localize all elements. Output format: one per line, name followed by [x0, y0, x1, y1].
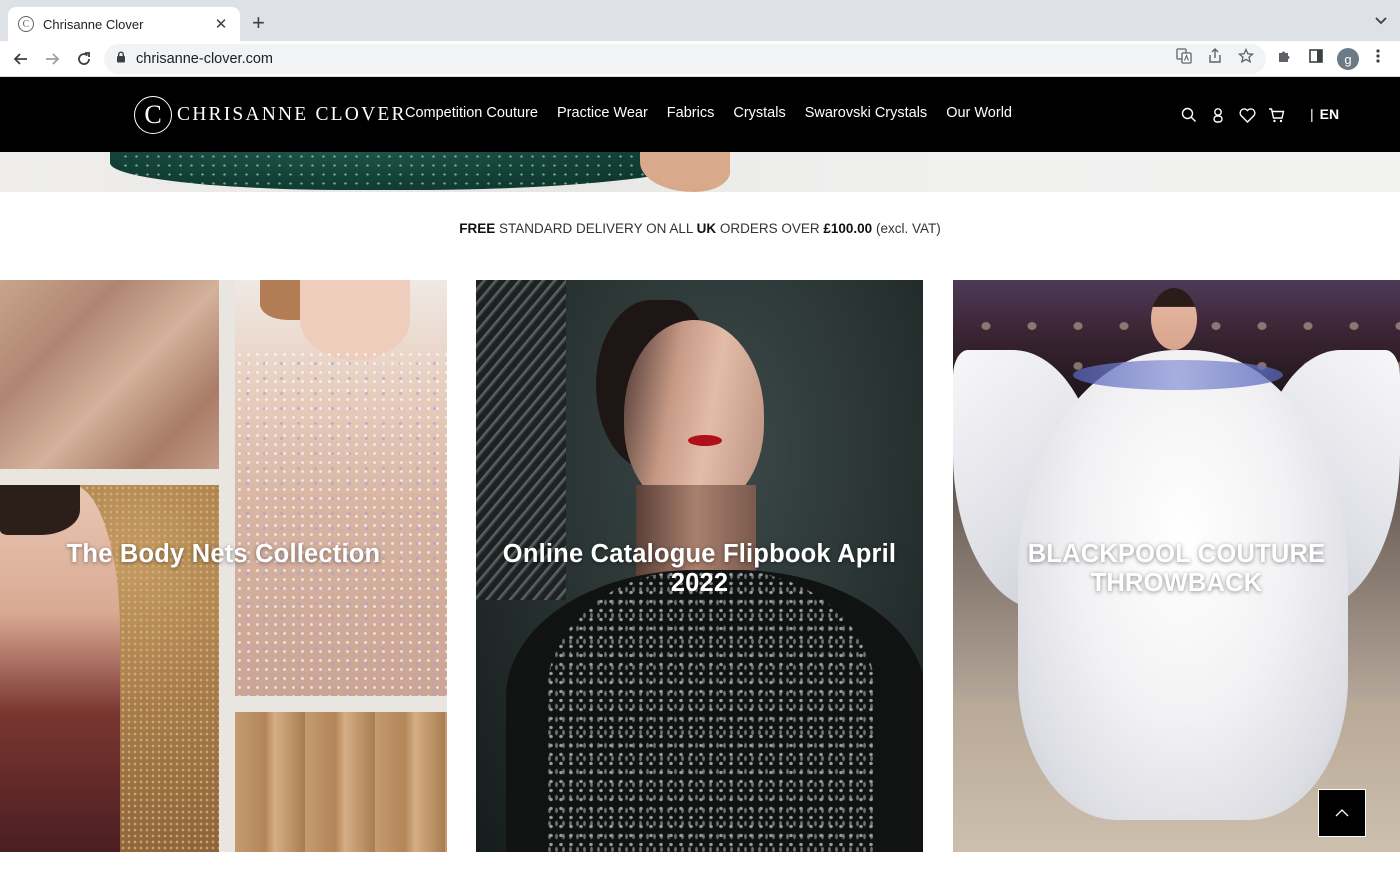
lang-separator: |	[1310, 106, 1314, 122]
site-favicon-icon: C	[18, 16, 34, 32]
tab-search-chevron-icon[interactable]	[1374, 13, 1388, 31]
language-selector[interactable]: | EN	[1310, 106, 1339, 122]
header-icons	[1180, 106, 1296, 124]
chevron-up-icon	[1335, 804, 1349, 822]
model-face-shape	[300, 280, 410, 360]
dancer-head-shape	[1151, 288, 1197, 350]
delivery-banner: FREE STANDARD DELIVERY ON ALL UK ORDERS …	[0, 221, 1400, 236]
url-text: chrisanne-clover.com	[136, 51, 273, 67]
model-lips-shape	[688, 435, 722, 446]
card-title: Online Catalogue Flipbook April 2022	[502, 540, 897, 597]
back-arrow-icon[interactable]	[9, 47, 33, 71]
account-icon[interactable]	[1209, 106, 1227, 124]
crystal-yoke-shape	[1073, 360, 1283, 390]
delivery-vat-note: (excl. VAT)	[872, 221, 941, 236]
forward-arrow-icon[interactable]	[40, 47, 64, 71]
new-tab-button[interactable]: +	[252, 11, 265, 35]
profile-avatar[interactable]: g	[1337, 48, 1359, 70]
lock-icon	[116, 50, 126, 68]
model-hair-shape-2	[0, 485, 80, 535]
browser-tabstrip: C Chrisanne Clover ✕ +	[0, 0, 1400, 41]
site-logo[interactable]: C CHRISANNE CLOVER	[134, 95, 407, 135]
browser-tab[interactable]: C Chrisanne Clover ✕	[8, 7, 240, 41]
nav-our-world[interactable]: Our World	[946, 105, 1012, 121]
bookmark-star-icon[interactable]	[1236, 46, 1256, 66]
card-title: BLACKPOOL COUTURE THROWBACK	[1027, 540, 1326, 597]
hero-banner-image[interactable]	[0, 152, 1400, 192]
cart-icon[interactable]	[1267, 106, 1285, 124]
logo-text: CHRISANNE CLOVER	[177, 104, 407, 125]
fabric-rolls-photo	[235, 712, 447, 852]
main-nav: Competition Couture Practice Wear Fabric…	[405, 105, 1012, 121]
address-bar[interactable]: chrisanne-clover.com	[104, 44, 1266, 74]
card-title: The Body Nets Collection	[66, 540, 381, 568]
delivery-threshold: £100.00	[823, 221, 873, 236]
extensions-puzzle-icon[interactable]	[1275, 46, 1295, 66]
delivery-text-1: STANDARD DELIVERY ON ALL	[495, 221, 697, 236]
nav-fabrics[interactable]: Fabrics	[667, 105, 715, 121]
back-to-top-button[interactable]	[1318, 789, 1366, 837]
model-face-shape	[624, 320, 764, 510]
logo-mark: C	[134, 96, 172, 134]
browser-toolbar: chrisanne-clover.com g	[0, 41, 1400, 77]
nav-practice-wear[interactable]: Practice Wear	[557, 105, 648, 121]
beaded-embellishment-texture	[546, 570, 876, 852]
tab-title: Chrisanne Clover	[43, 16, 144, 32]
delivery-text-2: ORDERS OVER	[716, 221, 824, 236]
nav-crystals[interactable]: Crystals	[733, 105, 785, 121]
language-code: EN	[1319, 106, 1340, 122]
heart-icon[interactable]	[1238, 106, 1256, 124]
promo-card-blackpool[interactable]: BLACKPOOL COUTURE THROWBACK	[953, 280, 1400, 852]
promo-card-catalogue[interactable]: Online Catalogue Flipbook April 2022	[476, 280, 923, 852]
browser-menu-icon[interactable]	[1368, 46, 1388, 66]
close-tab-icon[interactable]: ✕	[212, 15, 230, 33]
nav-swarovski-crystals[interactable]: Swarovski Crystals	[805, 105, 927, 121]
search-icon[interactable]	[1180, 106, 1198, 124]
reload-icon[interactable]	[72, 47, 96, 71]
share-icon[interactable]	[1205, 46, 1225, 66]
nav-competition-couture[interactable]: Competition Couture	[405, 105, 538, 121]
translate-icon[interactable]	[1174, 46, 1194, 66]
crystal-sparkle-texture	[235, 350, 447, 696]
site-header: C CHRISANNE CLOVER Competition Couture P…	[0, 77, 1400, 152]
side-panel-icon[interactable]	[1306, 46, 1326, 66]
delivery-uk: UK	[696, 221, 717, 236]
promo-card-body-nets[interactable]: The Body Nets Collection	[0, 280, 447, 852]
fabric-photo	[0, 280, 219, 469]
delivery-free: FREE	[459, 221, 496, 236]
hero-crystals-texture	[120, 152, 700, 192]
